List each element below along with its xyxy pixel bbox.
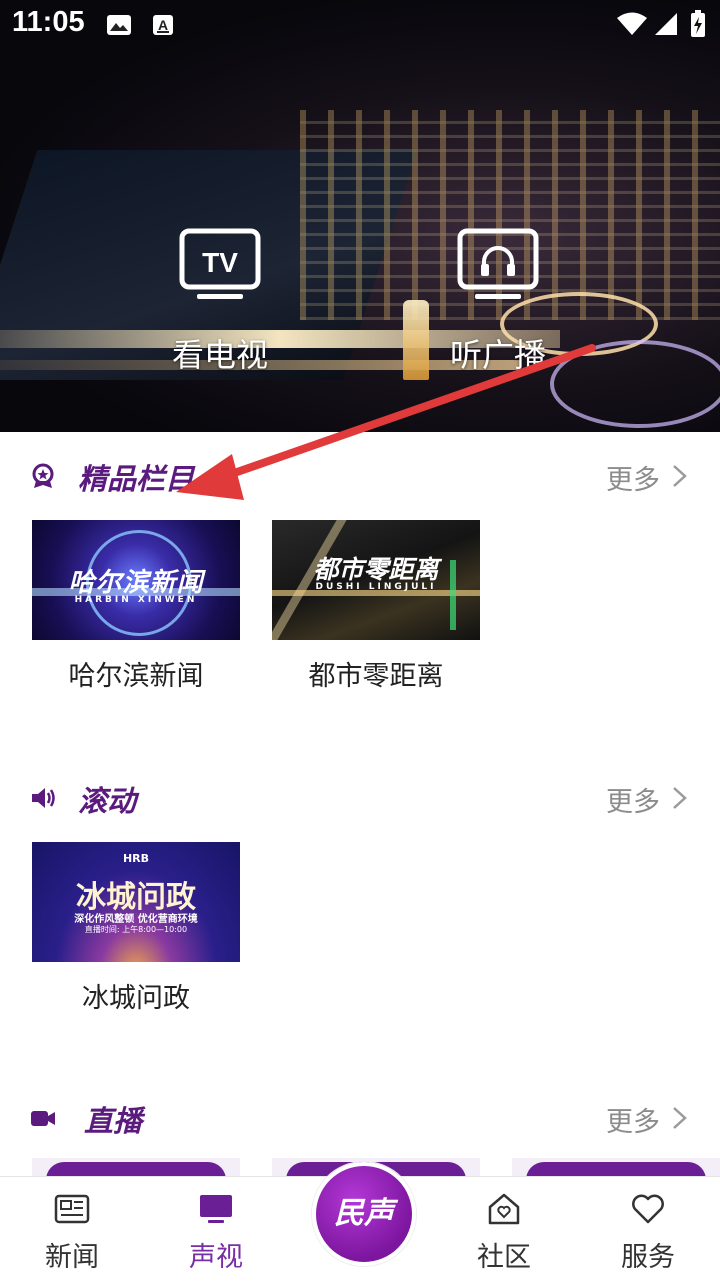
speaker-icon [32,788,55,808]
thumb-title: 哈尔滨新闻 [68,568,204,598]
section-rolling-header: 滚动 更多 [0,772,720,822]
listen-radio-button[interactable]: 听广播 [418,228,578,376]
tab-news[interactable]: 新闻 [12,1177,132,1281]
section-live-title: 直播 [84,1104,143,1138]
program-caption: 哈尔滨新闻 [68,661,204,692]
signal-icon [655,13,677,35]
section-rolling-more[interactable]: 更多 [606,780,660,819]
wifi-icon [617,12,647,35]
status-time: 11:05 [12,6,85,38]
program-thumbnail: 都市零距离 DUSHI LINGJULI [272,520,480,640]
radio-headphones-icon [457,228,539,299]
tab-services-label: 服务 [621,1242,675,1273]
tv-icon: TV [179,228,261,299]
heart-icon [632,1194,664,1224]
tab-audio-video[interactable]: 声视 [156,1177,276,1281]
home-heart-icon [488,1193,520,1225]
chevron-right-icon[interactable] [668,786,690,810]
program-card-dushi[interactable]: 都市零距离 DUSHI LINGJULI 都市零距离 [272,520,480,693]
program-card-bingcheng[interactable]: HRB 冰城问政 深化作风整顿 优化营商环境 直播时间: 上午8:00—10:0… [32,842,240,1015]
program-card-harbin-news[interactable]: 哈尔滨新闻 HARBIN XINWEN 哈尔滨新闻 [32,520,240,693]
battery-charging-icon [691,10,705,37]
hero-banner [0,0,720,432]
tab-news-label: 新闻 [45,1242,99,1273]
tab-services[interactable]: 服务 [588,1177,708,1281]
section-featured-header: 精品栏目 更多 [0,450,720,500]
image-icon [107,15,131,35]
font-a-icon: A [153,15,173,35]
svg-text:TV: TV [202,247,238,278]
tab-community-label: 社区 [477,1242,531,1273]
program-caption: 冰城问政 [82,983,190,1014]
thumb-subtitle: HARBIN XINWEN [74,595,198,605]
status-bar: 11:05 A [0,0,720,48]
center-minsheng-button[interactable]: 民声 [312,1162,416,1266]
section-live-header: 直播 更多 [0,1092,720,1142]
tab-audio-video-label: 声视 [189,1242,243,1273]
section-featured-more[interactable]: 更多 [606,458,660,497]
listen-radio-label: 听广播 [449,336,546,374]
thumb-subtitle: 深化作风整顿 优化营商环境 [74,914,198,925]
program-caption: 都市零距离 [308,661,444,692]
program-thumbnail: HRB 冰城问政 深化作风整顿 优化营商环境 直播时间: 上午8:00—10:0… [32,842,240,962]
monitor-icon [200,1195,232,1223]
section-rolling-title: 滚动 [78,784,137,818]
thumb-title: 都市零距离 [313,555,439,584]
section-live-more[interactable]: 更多 [606,1100,660,1139]
watch-tv-button[interactable]: TV 看电视 [140,228,300,376]
program-thumbnail: 哈尔滨新闻 HARBIN XINWEN [32,520,240,640]
svg-text:A: A [158,17,168,33]
thumb-time: 直播时间: 上午8:00—10:00 [84,925,188,934]
tab-community[interactable]: 社区 [444,1177,564,1281]
watch-tv-label: 看电视 [171,336,268,374]
video-camera-icon [31,1111,55,1126]
thumb-logo: HRB [122,852,150,865]
thumb-subtitle: DUSHI LINGJULI [315,582,437,592]
newspaper-icon [54,1194,90,1224]
medal-icon [32,463,54,488]
chevron-right-icon[interactable] [668,1106,690,1130]
chevron-right-icon[interactable] [668,464,690,488]
section-featured-title: 精品栏目 [78,462,195,496]
